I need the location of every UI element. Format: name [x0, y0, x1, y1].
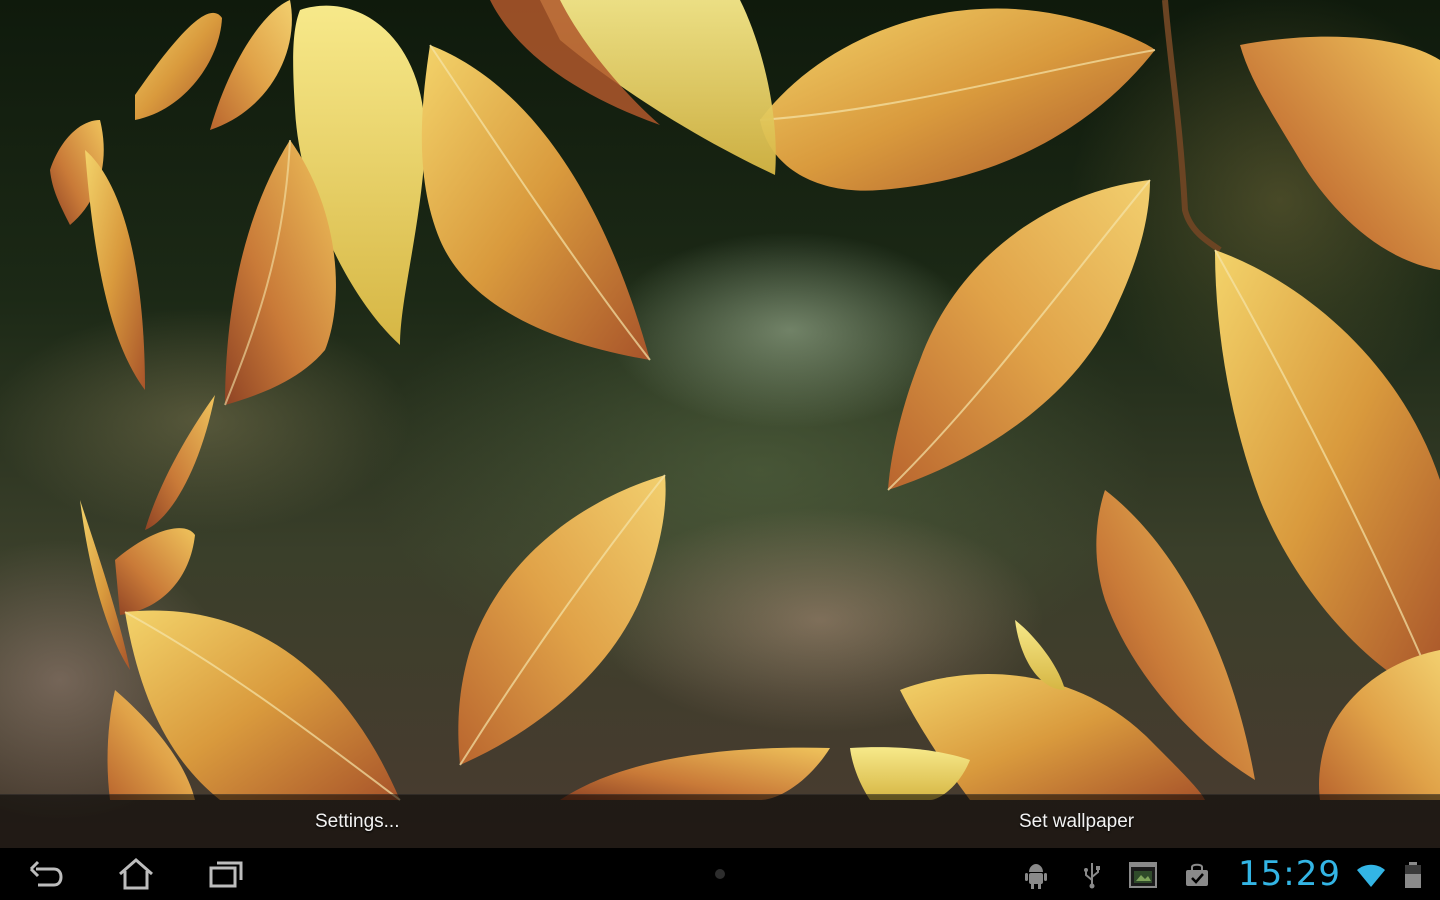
usb-icon[interactable]	[1077, 860, 1107, 890]
home-button[interactable]	[114, 856, 158, 892]
android-debug-icon[interactable]	[1021, 860, 1051, 890]
branch	[1162, 0, 1222, 253]
recent-apps-icon	[209, 861, 243, 888]
back-button[interactable]	[24, 856, 68, 892]
leaf	[887, 179, 1151, 491]
screenshot-icon[interactable]	[1128, 860, 1158, 890]
status-clock[interactable]: 15:29	[1238, 852, 1341, 896]
home-icon	[119, 858, 153, 890]
leaf	[1214, 249, 1440, 701]
leaf	[1240, 36, 1440, 270]
shopping-bag-icon[interactable]	[1182, 860, 1212, 890]
wallpaper-action-bar: Settings... Set wallpaper	[0, 794, 1440, 849]
leaf	[458, 474, 666, 766]
leaf	[759, 8, 1156, 191]
battery-icon[interactable]	[1402, 860, 1424, 890]
android-screen: Settings... Set wallpaper 15:29	[0, 0, 1440, 900]
wifi-icon[interactable]	[1356, 860, 1386, 890]
recent-apps-button[interactable]	[203, 856, 247, 892]
leaf	[560, 747, 970, 800]
live-wallpaper-preview[interactable]	[0, 0, 1440, 848]
settings-button[interactable]: Settings...	[315, 795, 400, 849]
set-wallpaper-button[interactable]: Set wallpaper	[1019, 795, 1134, 849]
menu-indicator-dot	[715, 869, 725, 879]
leaf	[80, 395, 401, 801]
autumn-leaves-image	[50, 0, 1440, 801]
back-icon	[29, 860, 63, 887]
